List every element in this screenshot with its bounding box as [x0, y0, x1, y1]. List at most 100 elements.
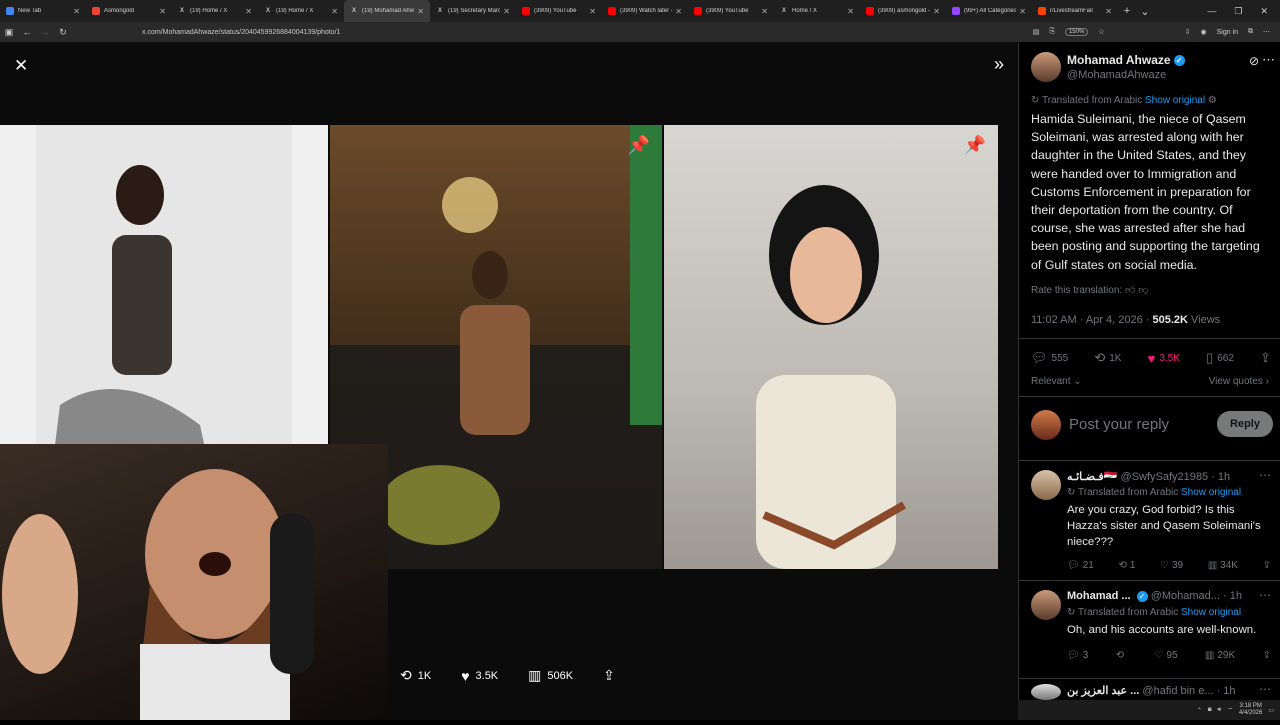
- repost-button[interactable]: ⟲ 1K: [400, 667, 431, 684]
- close-tab-icon[interactable]: ✕: [417, 7, 424, 16]
- reply-author-name[interactable]: عبد العزيز بن ...: [1067, 685, 1139, 697]
- grok-icon[interactable]: ⊘: [1249, 54, 1259, 68]
- tab-secretary-marco[interactable]: X (19) Secretary Marco ✕: [430, 0, 516, 22]
- like-action[interactable]: ♡ 95: [1154, 650, 1177, 661]
- like-action[interactable]: ♡ 39: [1160, 560, 1183, 571]
- close-window-icon[interactable]: ✕: [1260, 6, 1268, 17]
- photo-3[interactable]: 📌: [664, 125, 998, 569]
- close-tab-icon[interactable]: ✕: [245, 7, 252, 16]
- settings-icon[interactable]: ⚙: [1208, 95, 1217, 106]
- favorite-icon[interactable]: ☆: [1098, 28, 1104, 36]
- close-tab-icon[interactable]: ✕: [675, 7, 682, 16]
- tab-asmongold[interactable]: Asmongold ✕: [86, 0, 172, 22]
- menu-icon[interactable]: ⋯: [1263, 28, 1270, 36]
- tab-home-x-2[interactable]: X (19) Home / X ✕: [258, 0, 344, 22]
- share-action[interactable]: ⇪: [1263, 560, 1271, 571]
- avatar[interactable]: [1031, 470, 1061, 500]
- sidebar-icon[interactable]: ▣: [0, 27, 18, 38]
- reply-handle[interactable]: @hafid bin e... · 1h: [1142, 685, 1235, 697]
- back-icon[interactable]: ←: [18, 27, 36, 37]
- views-button[interactable]: ▥ 506K: [528, 667, 573, 684]
- reply-item[interactable]: Mohamad ... ✓ @Mohamad... · 1h ⋯ ↻ Trans…: [1031, 588, 1271, 678]
- tab-mohamad-ahwaze[interactable]: X(19) Mohamad Ahwaz✕: [344, 0, 430, 22]
- tab-youtube[interactable]: (3909) YouTube ✕: [516, 0, 602, 22]
- show-original-link[interactable]: Show original: [1145, 95, 1205, 106]
- show-original-link[interactable]: Show original: [1181, 487, 1241, 498]
- show-original-link[interactable]: Show original: [1181, 607, 1241, 618]
- tab-watch-later[interactable]: (3909) Watch later - Y✕: [602, 0, 688, 22]
- signin-label[interactable]: Sign in: [1217, 29, 1238, 36]
- more-icon[interactable]: ⋯: [1262, 52, 1275, 68]
- author-handle[interactable]: @MohamadAhwaze: [1067, 69, 1166, 81]
- author-name[interactable]: Mohamad Ahwaze ✓: [1067, 53, 1185, 67]
- close-tab-icon[interactable]: ✕: [331, 7, 338, 16]
- like-action[interactable]: ♥ 3.5K: [1148, 350, 1180, 366]
- tab-home-x[interactable]: X (19) Home / X ✕: [172, 0, 258, 22]
- reply-action[interactable]: 💬︎ 3: [1067, 650, 1088, 661]
- tray-chevron-icon[interactable]: ⌃: [1197, 707, 1202, 714]
- downloads-icon[interactable]: ⇩: [1185, 28, 1191, 36]
- view-quotes-link[interactable]: View quotes ›: [1209, 376, 1269, 387]
- close-tab-icon[interactable]: ✕: [73, 7, 80, 16]
- reload-icon[interactable]: ↻: [54, 27, 72, 38]
- new-tab-button[interactable]: +: [1118, 5, 1136, 17]
- tab-home-x-3[interactable]: X Home / X ✕: [774, 0, 860, 22]
- close-tab-icon[interactable]: ✕: [503, 7, 510, 16]
- reply-handle[interactable]: @Mohamad... · 1h: [1151, 590, 1242, 602]
- close-tab-icon[interactable]: ✕: [1019, 7, 1026, 16]
- reply-button[interactable]: Reply: [1217, 411, 1273, 437]
- share-button[interactable]: ⇪: [603, 667, 615, 684]
- minimize-icon[interactable]: —: [1207, 6, 1216, 16]
- share-action[interactable]: ⇪: [1263, 650, 1271, 661]
- reply-author-name[interactable]: فـضـائـه🇮🇶: [1067, 471, 1117, 483]
- views-action[interactable]: ▥ 34K: [1208, 560, 1238, 571]
- reply-action[interactable]: 💬︎ 555: [1031, 350, 1068, 366]
- url-field[interactable]: x.com/MohamadAhwaze/status/2040459926884…: [142, 29, 340, 36]
- collapse-panel-icon[interactable]: »: [994, 54, 1004, 75]
- tab-reddit[interactable]: r/LivestreamFail ✕: [1032, 0, 1118, 22]
- close-tab-icon[interactable]: ✕: [761, 7, 768, 16]
- reply-item[interactable]: فـضـائـه🇮🇶 @SwfySafy21985 · 1h ⋯ ↻ Trans…: [1031, 468, 1271, 580]
- reply-action[interactable]: 💬︎ 21: [1067, 560, 1094, 571]
- thumbs-down-icon[interactable]: 👎︎: [1138, 285, 1148, 296]
- zoom-badge[interactable]: 150%: [1064, 28, 1089, 36]
- close-tab-icon[interactable]: ✕: [589, 7, 596, 16]
- repost-action[interactable]: ⟲ 1K: [1094, 350, 1121, 366]
- close-icon[interactable]: ✕: [14, 56, 28, 76]
- like-button[interactable]: ♥ 3.5K: [461, 668, 498, 684]
- avatar[interactable]: [1031, 52, 1061, 82]
- repost-action[interactable]: ⟲ 1: [1118, 560, 1135, 571]
- avatar[interactable]: [1031, 684, 1061, 700]
- views-action[interactable]: ▥ 29K: [1205, 650, 1235, 661]
- more-icon[interactable]: ⋯: [1259, 588, 1271, 602]
- forward-icon[interactable]: →: [36, 27, 54, 37]
- tab-new-tab[interactable]: New Tab ✕: [0, 0, 86, 22]
- close-tab-icon[interactable]: ✕: [1105, 7, 1112, 16]
- network-icon[interactable]: ◙: [1208, 707, 1212, 713]
- taskbar-clock[interactable]: 3:18 PM 4/4/2026: [1239, 703, 1262, 717]
- notification-icon[interactable]: ▭: [1268, 707, 1274, 714]
- reply-item[interactable]: عبد العزيز بن ... @hafid bin e... · 1h ⋯: [1031, 682, 1271, 700]
- avatar[interactable]: [1031, 590, 1061, 620]
- close-tab-icon[interactable]: ✕: [847, 7, 854, 16]
- sort-dropdown[interactable]: Relevant ⌄: [1031, 376, 1082, 387]
- thumbs-up-icon[interactable]: 👍︎: [1125, 285, 1135, 296]
- more-icon[interactable]: ⋯: [1259, 468, 1271, 482]
- repost-action[interactable]: ⟲: [1116, 650, 1127, 661]
- reply-handle[interactable]: @SwfySafy21985 · 1h: [1121, 471, 1231, 483]
- close-tab-icon[interactable]: ✕: [159, 7, 166, 16]
- tab-list-icon[interactable]: ⌄: [1136, 5, 1154, 18]
- tab-youtube-2[interactable]: (3909) YouTube ✕: [688, 0, 774, 22]
- tab-twitch[interactable]: (99+) All Categories - ✕: [946, 0, 1032, 22]
- reply-author-name[interactable]: Mohamad ...: [1067, 590, 1131, 602]
- bookmark-action[interactable]: ▯ 662: [1206, 350, 1234, 366]
- more-icon[interactable]: ⋯: [1259, 682, 1271, 696]
- volume-icon[interactable]: 🔊︎: [1218, 707, 1222, 714]
- wifi-icon[interactable]: ⌔: [1227, 706, 1233, 714]
- share-action[interactable]: ⇪: [1260, 350, 1271, 366]
- extensions-icon[interactable]: ⧉: [1248, 28, 1253, 36]
- maximize-icon[interactable]: ❐: [1234, 6, 1242, 17]
- tab-asmongold-youtube[interactable]: (3909) asmongold - Y ✕: [860, 0, 946, 22]
- reply-input[interactable]: Post your reply: [1069, 416, 1169, 433]
- screenshot-icon[interactable]: ⎘: [1049, 28, 1055, 36]
